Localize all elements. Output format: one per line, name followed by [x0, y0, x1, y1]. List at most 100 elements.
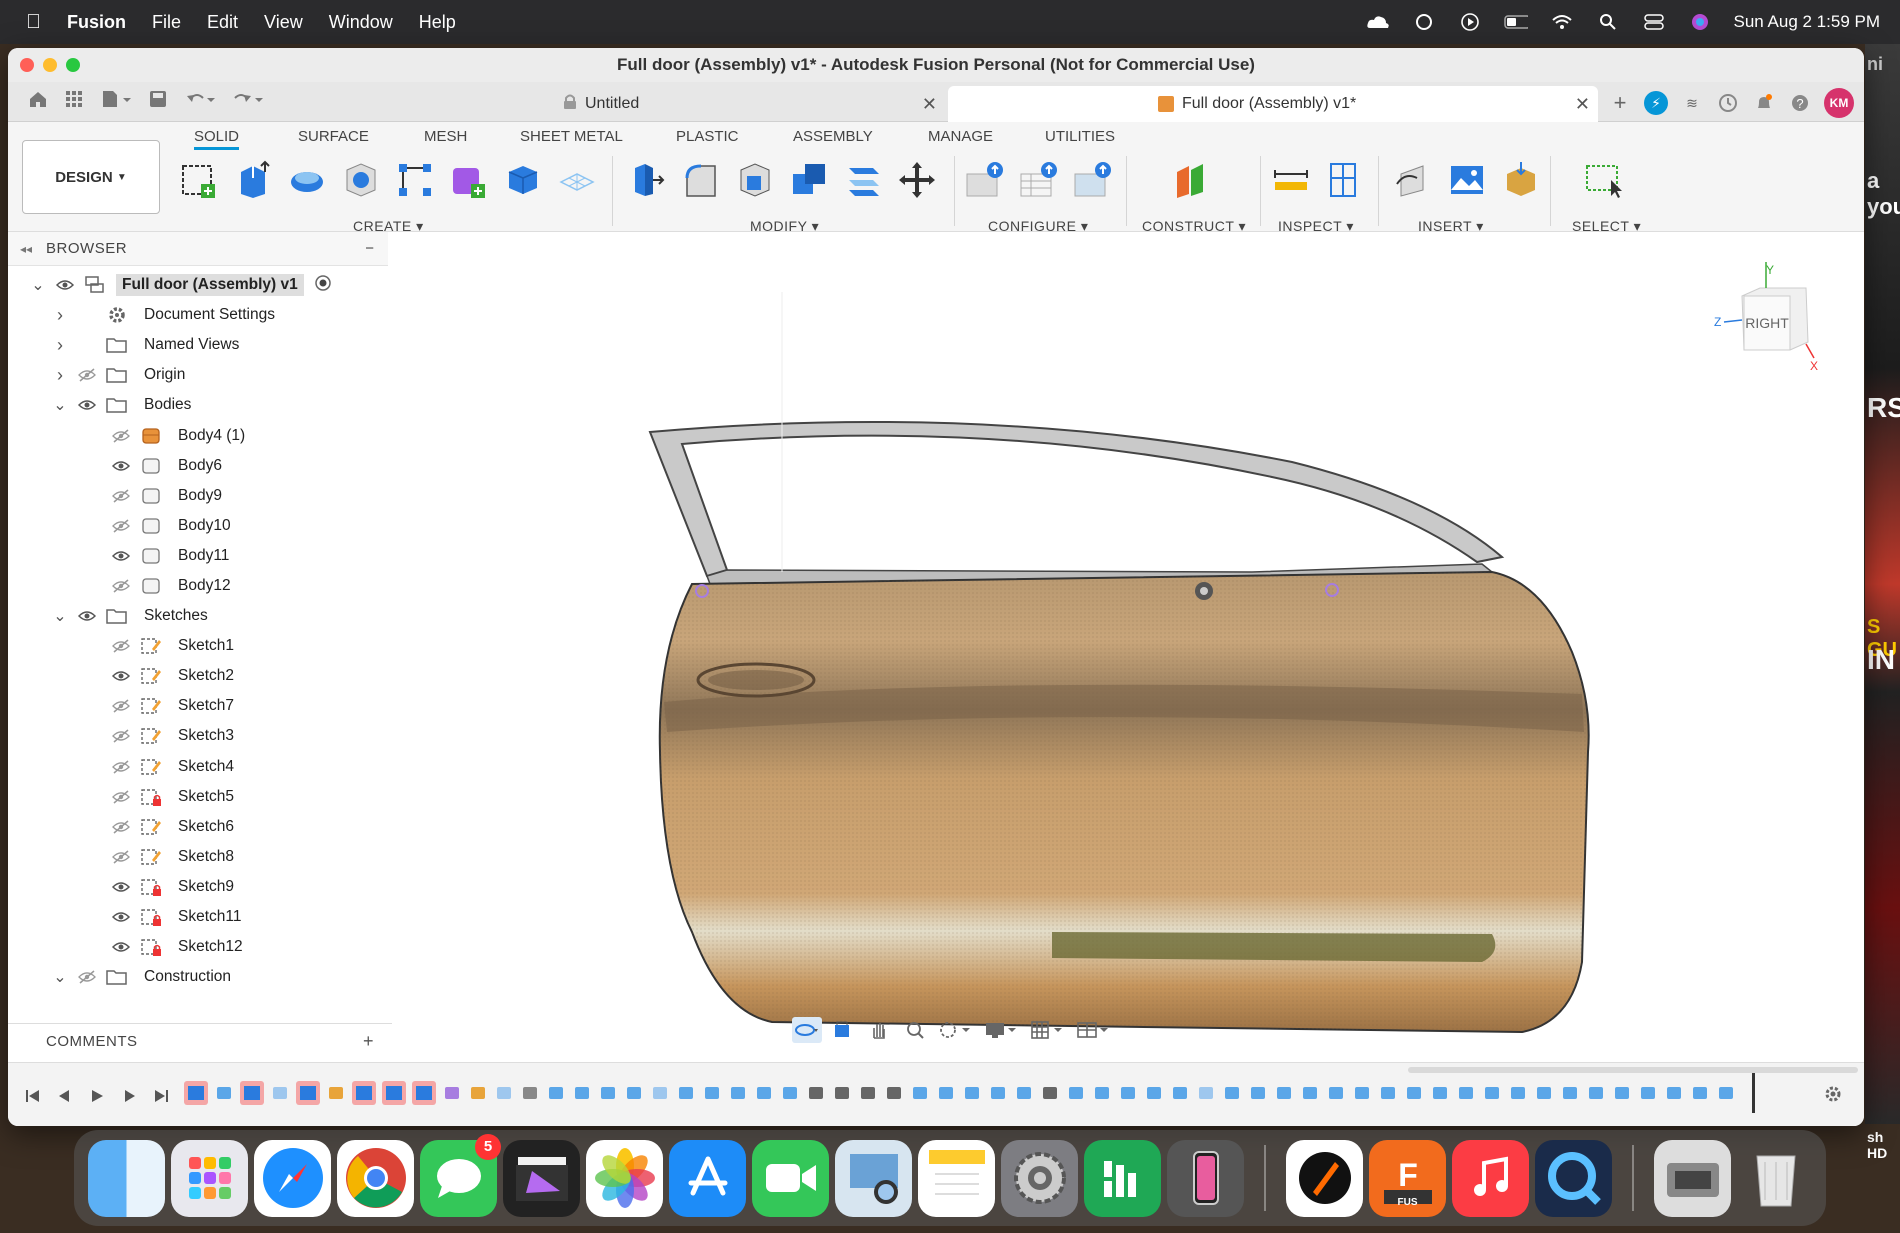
workspace-switcher[interactable]: DESIGN ▼	[22, 140, 160, 214]
chrome-icon[interactable]	[337, 1139, 414, 1217]
browser-tree-item[interactable]: Body4 (1)	[8, 420, 392, 450]
menu-view[interactable]: View	[264, 12, 303, 33]
notes-icon[interactable]	[918, 1139, 995, 1217]
home-icon[interactable]	[26, 90, 50, 113]
timeline-settings-gear-icon[interactable]	[1822, 1083, 1844, 1110]
timeline-feature-icon[interactable]	[780, 1081, 800, 1105]
timeline-feature-icon[interactable]	[412, 1081, 436, 1105]
downloads-stack-icon[interactable]	[1654, 1139, 1731, 1217]
timeline-feature-icon[interactable]	[962, 1081, 982, 1105]
spotlight-search-icon[interactable]	[1596, 12, 1620, 32]
timeline-feature-icon[interactable]	[1560, 1081, 1580, 1105]
close-window-button[interactable]	[20, 58, 34, 72]
timeline-feature-icon[interactable]	[270, 1081, 290, 1105]
pan-hand-icon[interactable]	[864, 1017, 894, 1043]
visibility-hidden-eye-icon[interactable]	[110, 518, 132, 534]
step-forward-icon[interactable]	[118, 1085, 140, 1107]
view-cube[interactable]: RIGHT Y Z X	[1714, 262, 1824, 377]
timeline-feature-icon[interactable]	[296, 1081, 320, 1105]
app-menu[interactable]: Fusion	[67, 12, 126, 33]
chevron-down-icon[interactable]: ⌄	[52, 395, 68, 415]
timeline-feature-icon[interactable]	[910, 1081, 930, 1105]
timeline-feature-icon[interactable]	[1274, 1081, 1294, 1105]
visibility-hidden-eye-icon[interactable]	[110, 759, 132, 775]
timeline-feature-icon[interactable]	[1404, 1081, 1424, 1105]
timeline-feature-icon[interactable]	[382, 1081, 406, 1105]
trash-icon[interactable]	[1737, 1140, 1814, 1217]
chevron-down-icon[interactable]: ⌄	[30, 275, 46, 295]
visibility-eye-icon[interactable]	[76, 397, 98, 413]
fusion-dock-icon[interactable]: F FUS	[1369, 1139, 1446, 1217]
combine-icon[interactable]	[788, 160, 830, 200]
visibility-eye-icon[interactable]	[110, 909, 132, 925]
timeline-feature-icon[interactable]	[214, 1081, 234, 1105]
insert-canvas-icon[interactable]	[1446, 160, 1488, 200]
timeline-feature-icon[interactable]	[1300, 1081, 1320, 1105]
launchpad-icon[interactable]	[171, 1139, 248, 1217]
timeline-feature-icon[interactable]	[858, 1081, 878, 1105]
music-icon[interactable]	[1452, 1139, 1529, 1217]
browser-tree-item[interactable]: Body10	[8, 511, 392, 541]
browser-tree-item[interactable]: › Origin	[8, 360, 392, 390]
visibility-eye-icon[interactable]	[110, 668, 132, 684]
timeline-feature-icon[interactable]	[546, 1081, 566, 1105]
timeline-marker[interactable]	[1752, 1073, 1755, 1113]
play-icon[interactable]	[86, 1085, 108, 1107]
timeline-feature-icon[interactable]	[1638, 1081, 1658, 1105]
look-at-icon[interactable]	[828, 1017, 858, 1043]
extrude-icon[interactable]	[232, 160, 274, 200]
system-settings-icon[interactable]	[1001, 1139, 1078, 1217]
hole-icon[interactable]	[340, 160, 382, 200]
menu-window[interactable]: Window	[329, 12, 393, 33]
measure-icon[interactable]	[1270, 160, 1312, 200]
timeline-feature-icon[interactable]	[1326, 1081, 1346, 1105]
tab-utilities[interactable]: UTILITIES	[1045, 128, 1115, 145]
timeline-feature-icon[interactable]	[806, 1081, 826, 1105]
timeline-feature-icon[interactable]	[1196, 1081, 1216, 1105]
pattern-icon[interactable]	[394, 160, 436, 200]
siri-icon[interactable]	[1688, 12, 1712, 32]
timeline-feature-icon[interactable]	[1508, 1081, 1528, 1105]
configure-theme-icon[interactable]	[1072, 160, 1114, 200]
move-copy-icon[interactable]	[896, 160, 938, 200]
browser-tree-item[interactable]: › Document Settings	[8, 300, 392, 330]
play-icon[interactable]	[1458, 12, 1482, 32]
undo-icon[interactable]	[182, 90, 218, 113]
facetime-icon[interactable]	[752, 1139, 829, 1217]
close-tab-icon[interactable]: ✕	[922, 94, 937, 115]
section-analysis-icon[interactable]	[1324, 160, 1366, 200]
mesh-plane-icon[interactable]	[556, 160, 598, 200]
configure-rows-icon[interactable]	[1018, 160, 1060, 200]
timeline-feature-icon[interactable]	[754, 1081, 774, 1105]
menubar-clock[interactable]: Sun Aug 2 1:59 PM	[1734, 12, 1881, 32]
timeline-feature-icon[interactable]	[1014, 1081, 1034, 1105]
browser-tree-item[interactable]: Body11	[8, 541, 392, 571]
photos-icon[interactable]	[586, 1139, 663, 1217]
finder-icon[interactable]	[88, 1139, 165, 1217]
timeline-feature-icon[interactable]	[1144, 1081, 1164, 1105]
timeline-feature-icon[interactable]	[884, 1081, 904, 1105]
timeline-feature-icon[interactable]	[326, 1081, 346, 1105]
go-to-end-icon[interactable]	[150, 1085, 172, 1107]
browser-tree-item[interactable]: ⌄ Construction	[8, 962, 392, 992]
menu-edit[interactable]: Edit	[207, 12, 238, 33]
redo-icon[interactable]	[230, 90, 266, 113]
browser-tree-item[interactable]: Body9	[8, 481, 392, 511]
creative-cloud-icon[interactable]	[1366, 12, 1390, 32]
browser-tree-item[interactable]: Sketch6	[8, 812, 392, 842]
timeline-feature-icon[interactable]	[624, 1081, 644, 1105]
menu-file[interactable]: File	[152, 12, 181, 33]
history-clock-icon[interactable]	[1716, 91, 1740, 115]
timeline-feature-icon[interactable]	[728, 1081, 748, 1105]
job-status-icon[interactable]: ≋	[1680, 91, 1704, 115]
timeline-feature-icon[interactable]	[598, 1081, 618, 1105]
step-back-icon[interactable]	[54, 1085, 76, 1107]
numbers-icon[interactable]	[1084, 1139, 1161, 1217]
visibility-eye-icon[interactable]	[110, 458, 132, 474]
browser-tree-item[interactable]: Sketch9	[8, 872, 392, 902]
timeline-feature-icon[interactable]	[520, 1081, 540, 1105]
viewports-icon[interactable]	[1074, 1017, 1114, 1043]
box-icon[interactable]	[502, 160, 544, 200]
grid-settings-icon[interactable]	[1028, 1017, 1068, 1043]
timeline-feature-icon[interactable]	[1092, 1081, 1112, 1105]
